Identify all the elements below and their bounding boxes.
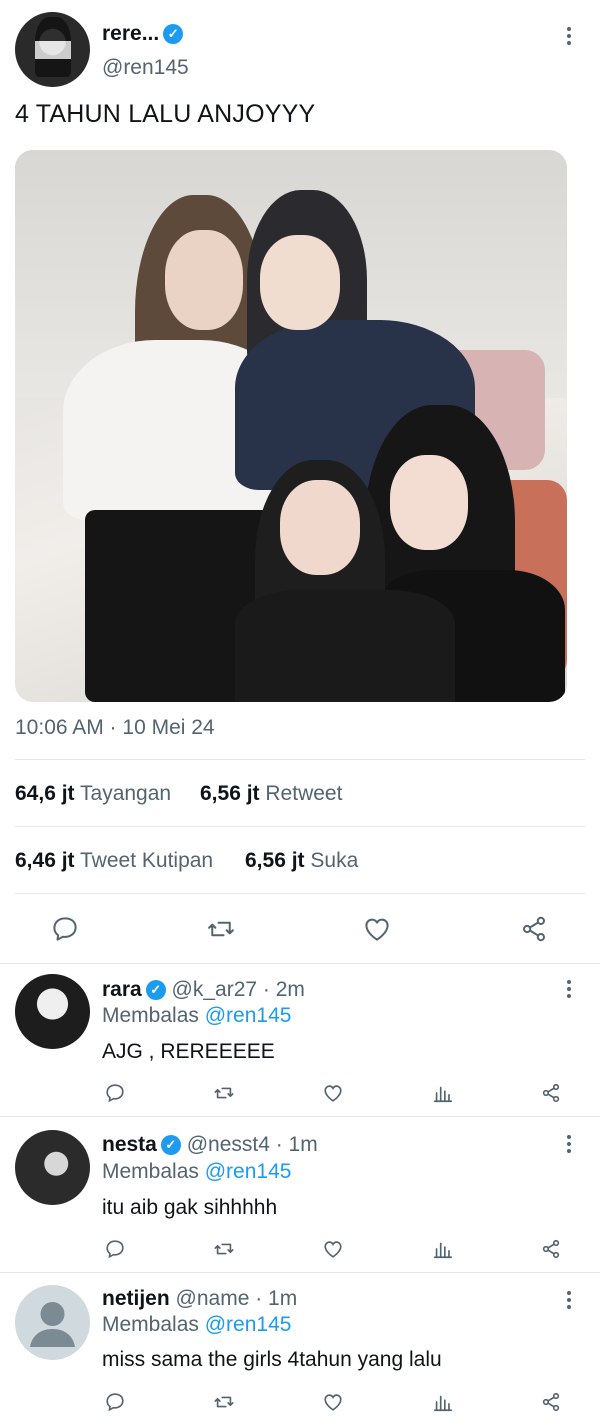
replying-to-link[interactable]: @ren145 [205,1313,292,1336]
reply-handle: @k_ar27 · 2m [171,978,305,1001]
author-avatar[interactable] [15,12,90,87]
more-options-icon[interactable] [566,1291,572,1312]
tweet-photo[interactable] [15,150,567,702]
share-icon[interactable] [540,1082,562,1104]
verified-badge-icon: ✓ [163,24,184,45]
views-label: Tayangan [80,782,172,805]
reply-header[interactable]: netijen @name · 1m [102,1287,297,1311]
reply-icon[interactable] [50,914,80,944]
divider [15,759,585,760]
default-avatar[interactable] [15,1285,90,1360]
share-icon[interactable] [540,1391,562,1413]
replying-to: Membalas @ren145 [102,1004,291,1028]
reply-author-name[interactable]: nesta [102,1133,157,1156]
more-options-icon[interactable] [566,1135,572,1156]
tweet-text: 4 TAHUN LALU ANJOYYY [15,100,316,128]
share-icon[interactable] [519,914,549,944]
reply-text: miss sama the girls 4tahun yang lalu [102,1348,442,1371]
verified-badge-icon: ✓ [145,980,166,1001]
quotes-value: 6,46 jt [15,849,75,872]
author-handle[interactable]: @ren145 [102,56,189,80]
replying-prefix: Membalas [102,1004,199,1027]
replying-to: Membalas @ren145 [102,1160,291,1184]
author-name-row[interactable]: rere... ✓ [102,22,184,46]
reply-item[interactable]: nesta ✓ @nesst4 · 1m Membalas @ren145 itu… [0,1117,600,1273]
analytics-icon[interactable] [432,1391,454,1413]
tweet-timestamp[interactable]: 10:06 AM · 10 Mei 24 [15,716,215,740]
retweet-icon[interactable] [212,1238,236,1260]
reply-avatar[interactable] [15,1130,90,1205]
views-stat[interactable]: 64,6 jt Tayangan [15,782,171,806]
analytics-icon[interactable] [432,1238,454,1260]
divider [15,893,585,894]
retweet-icon[interactable] [205,914,237,944]
quotes-label: Tweet Kutipan [80,849,214,872]
more-options-icon[interactable] [566,27,572,48]
reply-item[interactable]: rara ✓ @k_ar27 · 2m Membalas @ren145 AJG … [0,964,600,1117]
retweets-value: 6,56 jt [200,782,260,805]
reply-icon[interactable] [104,1238,126,1260]
reply-avatar[interactable] [15,974,90,1049]
like-icon[interactable] [322,1391,344,1413]
retweets-stat[interactable]: 6,56 jt Retweet [200,782,342,806]
reply-item[interactable]: netijen @name · 1m Membalas @ren145 miss… [0,1273,600,1427]
like-icon[interactable] [362,914,392,944]
likes-value: 6,56 jt [245,849,305,872]
quotes-stat[interactable]: 6,46 jt Tweet Kutipan [15,849,213,873]
replying-to: Membalas @ren145 [102,1313,291,1337]
default-person-icon [30,1302,75,1347]
analytics-icon[interactable] [432,1082,454,1104]
divider [15,826,585,827]
replying-prefix: Membalas [102,1313,199,1336]
author-name[interactable]: rere... [102,22,159,45]
reply-header[interactable]: nesta ✓ @nesst4 · 1m [102,1133,318,1157]
reply-author-name[interactable]: rara [102,978,142,1001]
retweet-icon[interactable] [212,1391,236,1413]
more-options-icon[interactable] [566,980,572,1001]
retweets-label: Retweet [265,782,343,805]
share-icon[interactable] [540,1238,562,1260]
reply-author-name[interactable]: netijen [102,1287,170,1310]
reply-header[interactable]: rara ✓ @k_ar27 · 2m [102,978,305,1002]
reply-handle: @nesst4 · 1m [186,1133,318,1156]
replying-to-link[interactable]: @ren145 [205,1160,292,1183]
reply-handle: @name · 1m [175,1287,298,1310]
like-icon[interactable] [322,1238,344,1260]
like-icon[interactable] [322,1082,344,1104]
likes-label: Suka [310,849,359,872]
likes-stat[interactable]: 6,56 jt Suka [245,849,358,873]
reply-icon[interactable] [104,1082,126,1104]
retweet-icon[interactable] [212,1082,236,1104]
replying-prefix: Membalas [102,1160,199,1183]
verified-badge-icon: ✓ [160,1135,181,1156]
reply-icon[interactable] [104,1391,126,1413]
reply-text: itu aib gak sihhhhh [102,1196,278,1219]
views-value: 64,6 jt [15,782,75,805]
replying-to-link[interactable]: @ren145 [205,1004,292,1027]
reply-text: AJG , REREEEEE [102,1040,275,1063]
